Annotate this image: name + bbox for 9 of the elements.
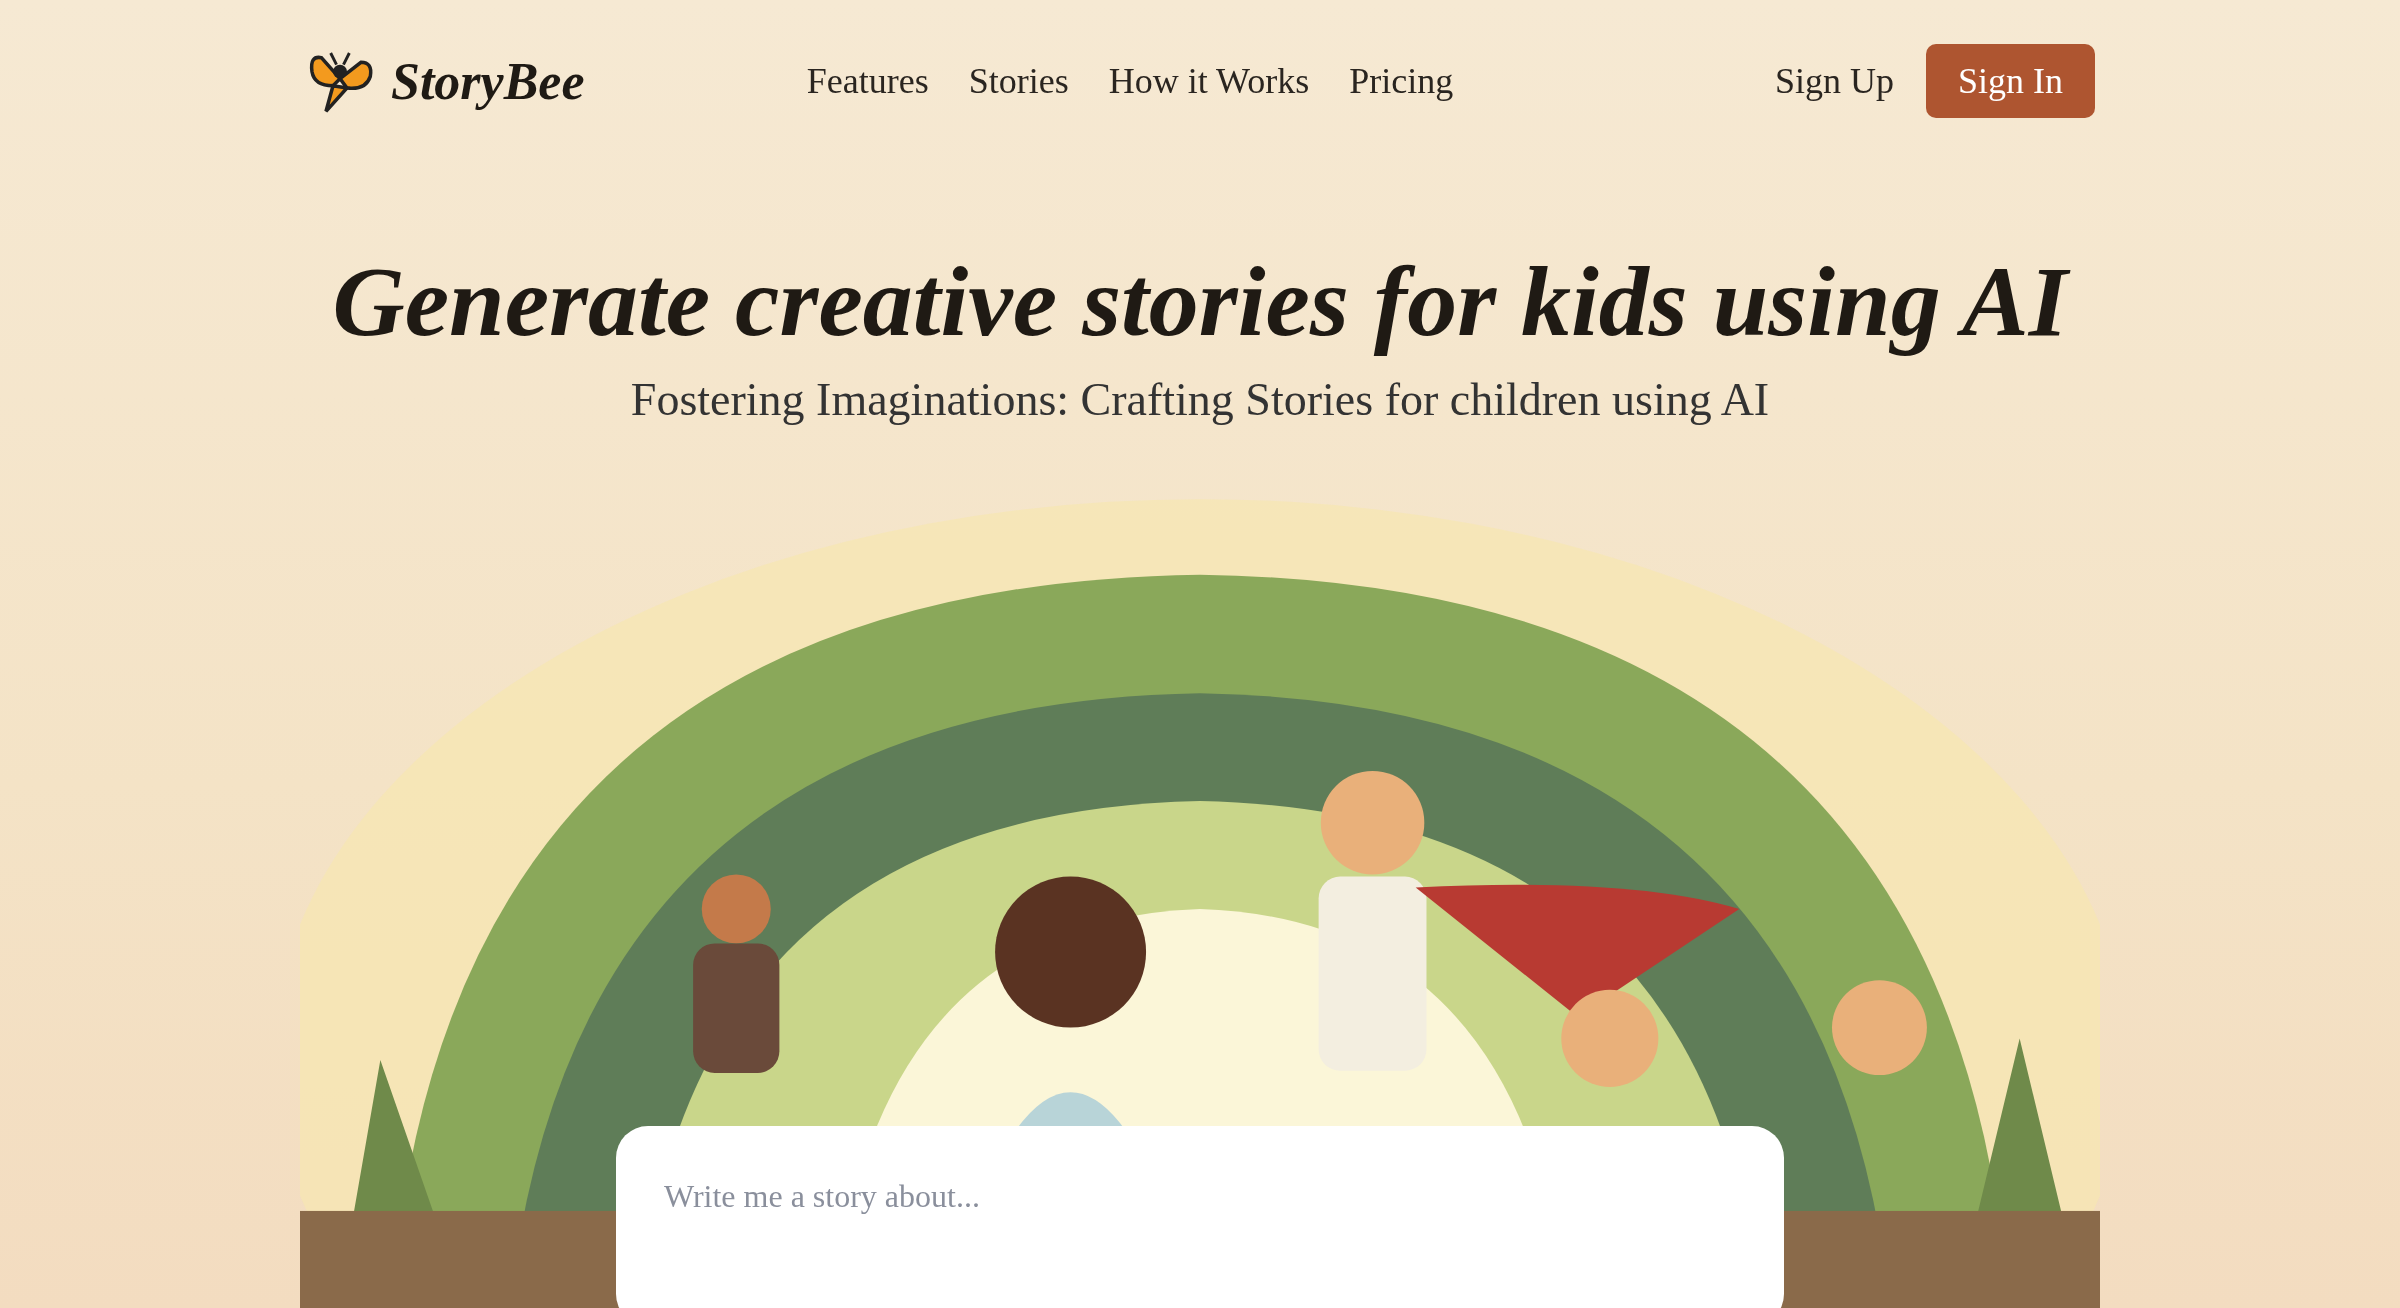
nav-link[interactable]: Stories — [968, 60, 1069, 102]
nav-link[interactable]: How it Works — [1108, 60, 1310, 102]
story-prompt-field[interactable]: Write me a story about... — [616, 1126, 1784, 1308]
nav-link[interactable]: Features — [806, 60, 929, 102]
nav-link[interactable]: Pricing — [1349, 60, 1454, 102]
brand-name: StoryBee — [391, 51, 585, 111]
sign-in-button[interactable]: Sign In — [1925, 44, 2095, 118]
hero-subtitle: Fostering Imaginations: Crafting Stories for children using AI — [630, 373, 1770, 426]
sign-up-link[interactable]: Sign Up — [1774, 60, 1894, 102]
